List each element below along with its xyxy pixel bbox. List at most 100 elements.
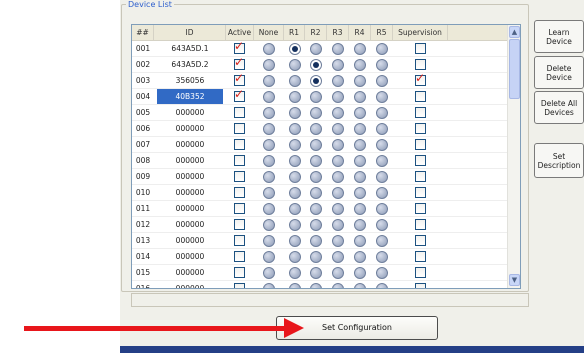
radio-r3[interactable]: [332, 251, 344, 263]
supervision-checkbox[interactable]: ✓: [415, 71, 426, 86]
column-header[interactable]: R2: [305, 25, 327, 40]
active-checkbox[interactable]: [234, 251, 245, 262]
radio-r5[interactable]: [376, 267, 388, 279]
radio-r5[interactable]: [376, 235, 388, 247]
active-checkbox[interactable]: [234, 123, 245, 134]
radio-none[interactable]: [263, 203, 275, 215]
radio-r2[interactable]: [310, 235, 322, 247]
supervision-checkbox[interactable]: [415, 203, 426, 214]
radio-r1[interactable]: [289, 107, 301, 119]
device-id-cell[interactable]: 000000: [157, 265, 223, 281]
radio-r1[interactable]: [289, 171, 301, 183]
supervision-checkbox[interactable]: [415, 59, 426, 70]
active-checkbox[interactable]: ✓: [234, 39, 245, 54]
radio-r5[interactable]: [376, 43, 388, 55]
radio-r2[interactable]: [310, 155, 322, 167]
radio-none[interactable]: [263, 283, 275, 288]
radio-r4[interactable]: [354, 107, 366, 119]
table-row[interactable]: 001 643A5D.1 ✓: [132, 39, 507, 57]
supervision-checkbox[interactable]: [415, 139, 426, 150]
radio-r5[interactable]: [376, 107, 388, 119]
radio-r5[interactable]: [376, 59, 388, 71]
device-id-cell[interactable]: 643A5D.1: [157, 41, 223, 57]
supervision-checkbox[interactable]: [415, 251, 426, 262]
delete-all-devices-button[interactable]: Delete All Devices: [534, 91, 584, 124]
radio-r2[interactable]: [310, 75, 322, 87]
radio-r1[interactable]: [289, 59, 301, 71]
radio-r5[interactable]: [376, 251, 388, 263]
column-header[interactable]: Supervision: [393, 25, 448, 40]
table-row[interactable]: 006 000000: [132, 121, 507, 137]
radio-r2[interactable]: [310, 283, 322, 288]
radio-r2[interactable]: [310, 107, 322, 119]
table-row[interactable]: 005 000000: [132, 105, 507, 121]
active-checkbox[interactable]: ✓: [234, 55, 245, 70]
radio-r4[interactable]: [354, 43, 366, 55]
radio-r4[interactable]: [354, 75, 366, 87]
radio-r2[interactable]: [310, 59, 322, 71]
active-checkbox[interactable]: [234, 171, 245, 182]
radio-r3[interactable]: [332, 59, 344, 71]
radio-none[interactable]: [263, 91, 275, 103]
radio-r1[interactable]: [289, 251, 301, 263]
radio-none[interactable]: [263, 171, 275, 183]
radio-r2[interactable]: [310, 123, 322, 135]
supervision-checkbox[interactable]: [415, 171, 426, 182]
radio-none[interactable]: [263, 267, 275, 279]
radio-none[interactable]: [263, 139, 275, 151]
active-checkbox[interactable]: ✓: [234, 87, 245, 102]
device-id-cell[interactable]: 000000: [157, 153, 223, 169]
radio-r3[interactable]: [332, 91, 344, 103]
supervision-checkbox[interactable]: [415, 43, 426, 54]
table-row[interactable]: 002 643A5D.2 ✓: [132, 55, 507, 73]
active-checkbox[interactable]: ✓: [234, 71, 245, 86]
column-header[interactable]: R1: [284, 25, 305, 40]
scroll-up-icon[interactable]: ▲: [509, 26, 520, 38]
radio-r2[interactable]: [310, 91, 322, 103]
radio-r4[interactable]: [354, 251, 366, 263]
radio-r1[interactable]: [289, 75, 301, 87]
device-id-cell[interactable]: 000000: [157, 281, 223, 288]
table-row[interactable]: 016 000000: [132, 281, 507, 288]
radio-r1[interactable]: [289, 43, 301, 55]
radio-r2[interactable]: [310, 171, 322, 183]
supervision-checkbox[interactable]: [415, 219, 426, 230]
active-checkbox[interactable]: [234, 235, 245, 246]
table-row[interactable]: 009 000000: [132, 169, 507, 185]
column-header[interactable]: ID: [154, 25, 226, 40]
radio-r1[interactable]: [289, 155, 301, 167]
radio-r3[interactable]: [332, 139, 344, 151]
device-id-cell[interactable]: 356056: [157, 73, 223, 89]
active-checkbox[interactable]: [234, 283, 245, 288]
scroll-down-icon[interactable]: ▼: [509, 274, 520, 286]
supervision-checkbox[interactable]: [415, 235, 426, 246]
radio-r3[interactable]: [332, 283, 344, 288]
radio-none[interactable]: [263, 219, 275, 231]
active-checkbox[interactable]: [234, 219, 245, 230]
column-header[interactable]: Active: [226, 25, 254, 40]
radio-r5[interactable]: [376, 123, 388, 135]
device-id-cell[interactable]: 643A5D.2: [157, 57, 223, 73]
radio-none[interactable]: [263, 251, 275, 263]
radio-r2[interactable]: [310, 219, 322, 231]
radio-r4[interactable]: [354, 187, 366, 199]
radio-r1[interactable]: [289, 91, 301, 103]
radio-r4[interactable]: [354, 91, 366, 103]
radio-r5[interactable]: [376, 219, 388, 231]
supervision-checkbox[interactable]: [415, 107, 426, 118]
radio-r5[interactable]: [376, 171, 388, 183]
table-row[interactable]: 012 000000: [132, 217, 507, 233]
radio-r5[interactable]: [376, 155, 388, 167]
set-description-button[interactable]: Set Description: [534, 143, 584, 178]
radio-r2[interactable]: [310, 139, 322, 151]
radio-r1[interactable]: [289, 187, 301, 199]
table-row[interactable]: 010 000000: [132, 185, 507, 201]
horizontal-scrollbar[interactable]: [131, 293, 529, 307]
device-id-cell[interactable]: 000000: [157, 217, 223, 233]
radio-r2[interactable]: [310, 267, 322, 279]
device-id-cell[interactable]: 000000: [157, 249, 223, 265]
radio-none[interactable]: [263, 59, 275, 71]
supervision-checkbox[interactable]: [415, 123, 426, 134]
radio-r3[interactable]: [332, 123, 344, 135]
radio-r1[interactable]: [289, 267, 301, 279]
